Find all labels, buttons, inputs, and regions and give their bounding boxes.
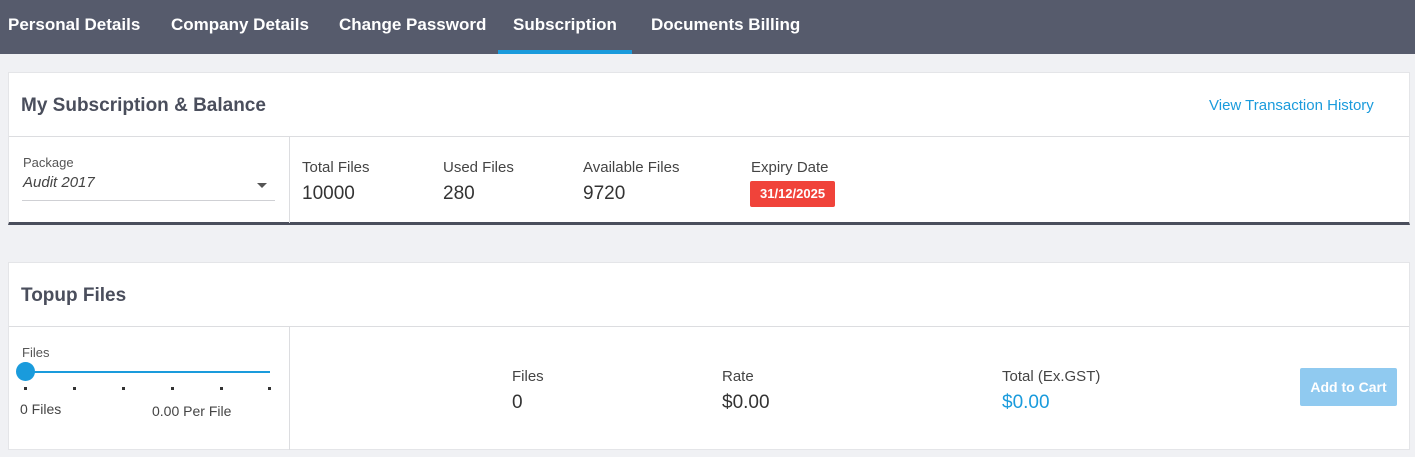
expiry-date-badge: 31/12/2025 [750, 181, 836, 207]
slider-tick [122, 387, 125, 390]
divider [289, 136, 290, 223]
divider [9, 326, 1409, 327]
files-slider-track[interactable] [17, 371, 270, 373]
topup-title: Topup Files [21, 285, 127, 306]
slider-tick [220, 387, 223, 390]
files-slider-thumb[interactable] [16, 362, 35, 381]
topup-rate-value: $0.00 [722, 392, 770, 413]
slider-tick [73, 387, 76, 390]
tab-company-details[interactable]: Company Details [171, 0, 309, 54]
slider-rate-text: 0.00 Per File [152, 403, 232, 419]
tab-change-password[interactable]: Change Password [339, 0, 486, 54]
view-transaction-history-link[interactable]: View Transaction History [1209, 97, 1374, 114]
chevron-down-icon [257, 183, 267, 188]
slider-label: Files [22, 345, 50, 360]
divider [289, 326, 290, 450]
topup-files-label: Files [512, 368, 544, 385]
total-files-value: 10000 [302, 183, 355, 204]
available-files-label: Available Files [583, 159, 680, 176]
used-files-value: 280 [443, 183, 475, 204]
subscription-card: My Subscription & Balance View Transacti… [8, 72, 1410, 225]
used-files-label: Used Files [443, 159, 514, 176]
topup-total-label: Total (Ex.GST) [1002, 368, 1101, 385]
tab-bar: Personal Details Company Details Change … [0, 0, 1415, 54]
total-files-label: Total Files [302, 159, 370, 176]
topup-card: Topup Files [8, 262, 1410, 450]
topup-rate-label: Rate [722, 368, 754, 385]
slider-tick [171, 387, 174, 390]
available-files-value: 9720 [583, 183, 626, 204]
slider-tick [24, 387, 27, 390]
package-label: Package [23, 155, 74, 170]
tab-documents-billing[interactable]: Documents Billing [651, 0, 800, 54]
package-select[interactable]: Audit 2017 [22, 169, 275, 201]
tab-subscription[interactable]: Subscription [498, 0, 632, 54]
tab-personal-details[interactable]: Personal Details [8, 0, 140, 54]
topup-files-value: 0 [512, 392, 523, 413]
topup-total-value: $0.00 [1002, 392, 1050, 413]
slider-files-text: 0 Files [20, 401, 62, 417]
slider-tick [268, 387, 271, 390]
add-to-cart-button[interactable]: Add to Cart [1300, 368, 1397, 406]
subscription-title: My Subscription & Balance [21, 95, 266, 116]
divider [9, 136, 1409, 137]
package-value: Audit 2017 [23, 174, 95, 191]
expiry-date-label: Expiry Date [751, 159, 829, 176]
